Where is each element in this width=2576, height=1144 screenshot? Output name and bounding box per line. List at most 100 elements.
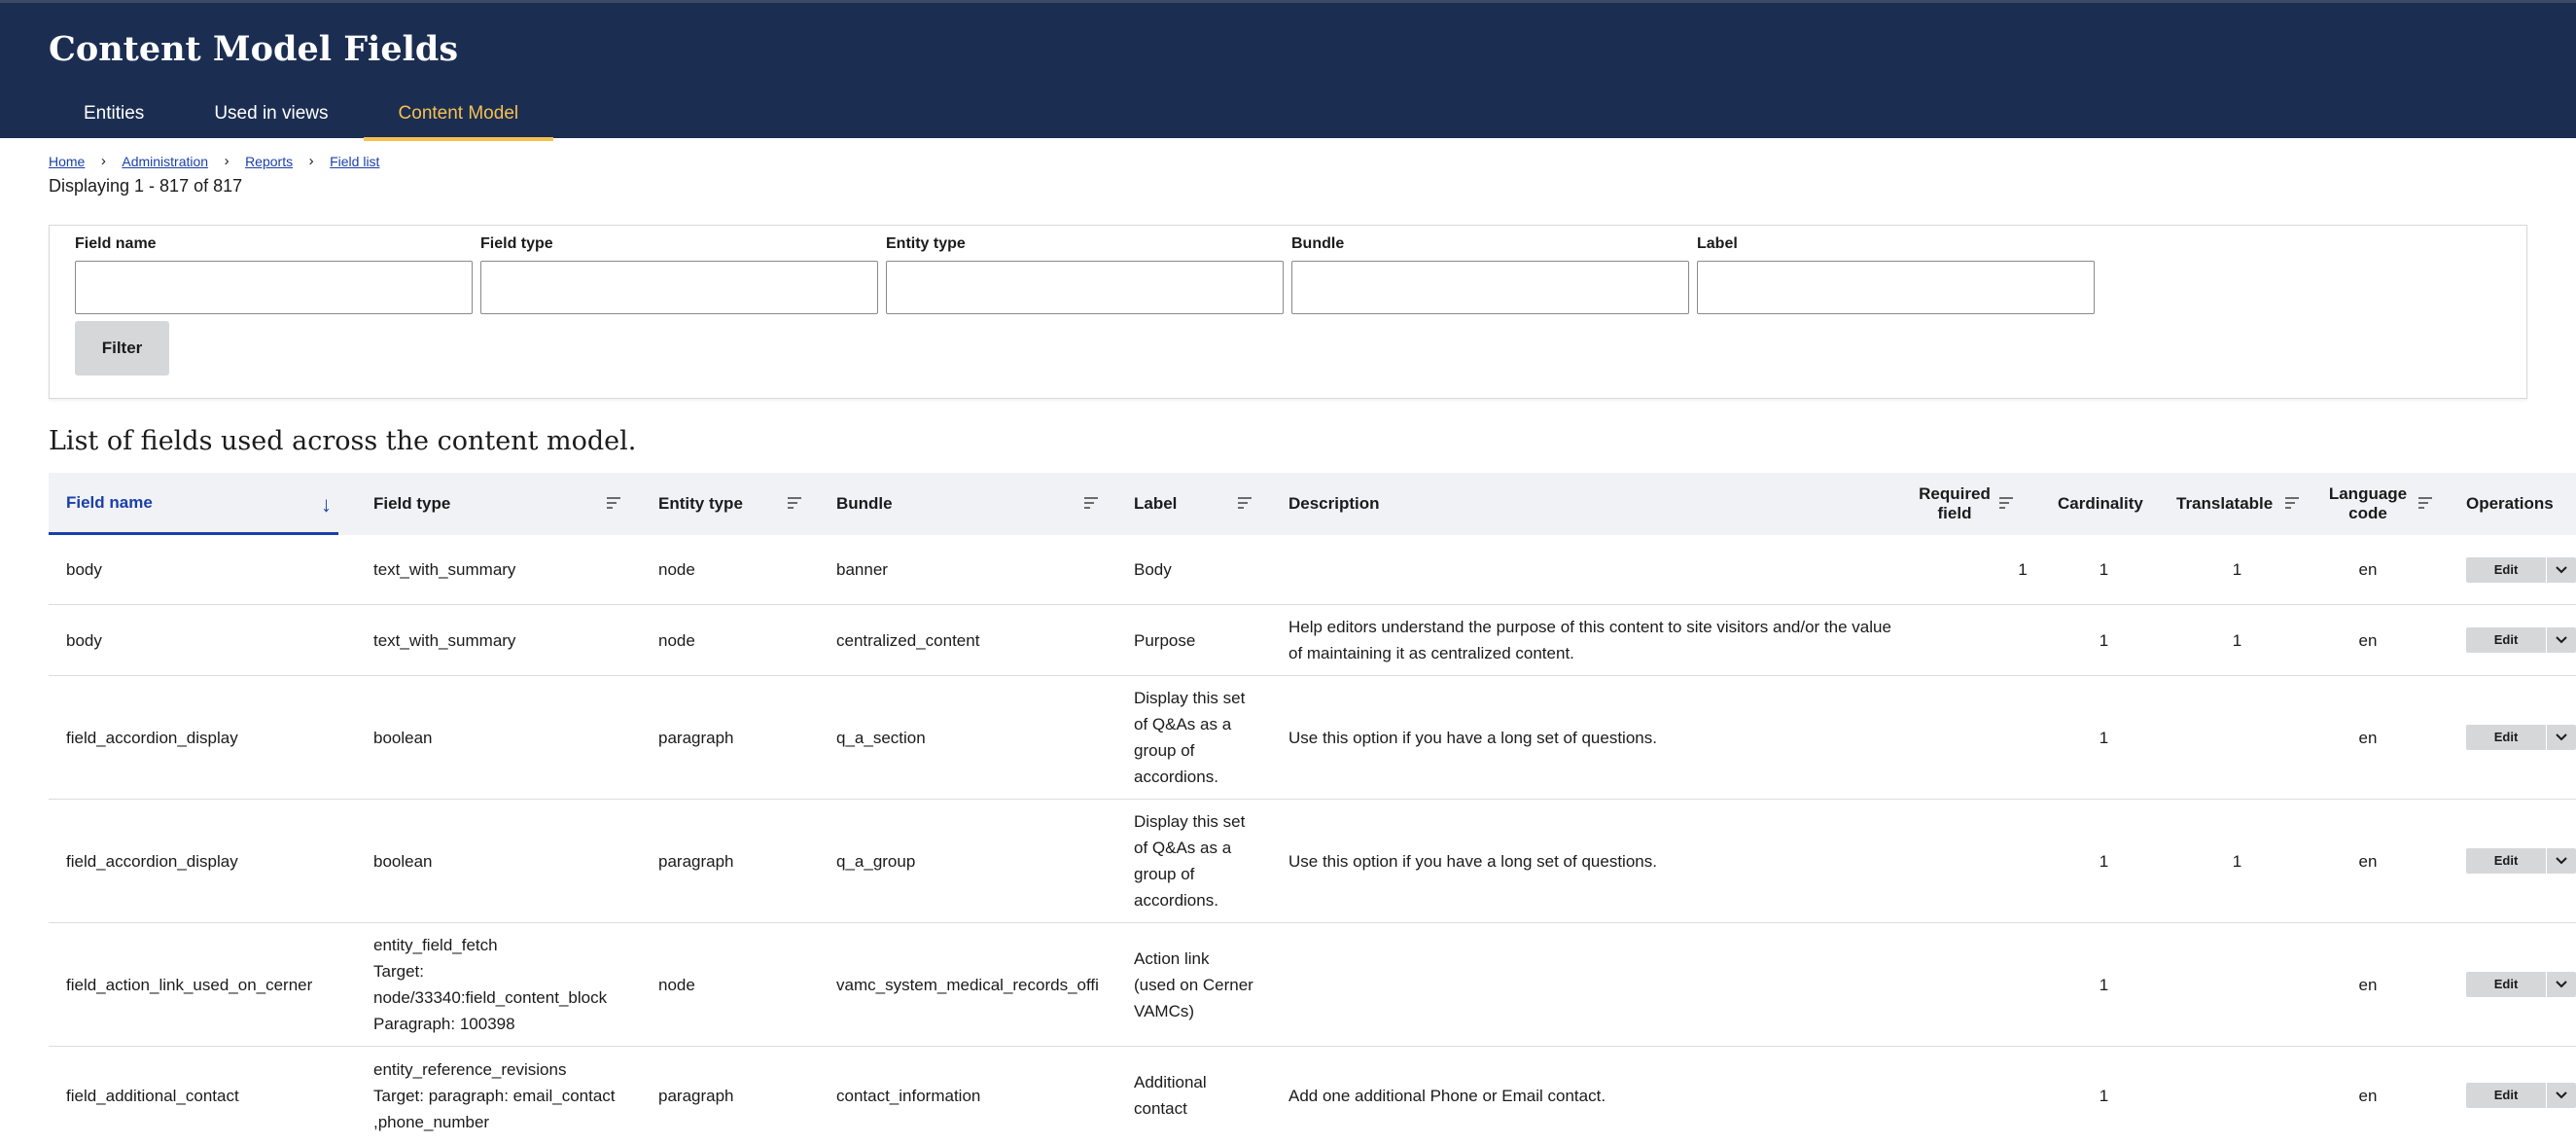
column-header-field-name[interactable]: Field name ↓ bbox=[49, 473, 338, 535]
column-header-label: Cardinality bbox=[2058, 494, 2143, 513]
bundle-input[interactable] bbox=[1291, 261, 1689, 314]
sort-icon bbox=[2418, 497, 2432, 509]
entity-type-input[interactable] bbox=[886, 261, 1284, 314]
column-header-translatable[interactable]: Translatable bbox=[2176, 473, 2303, 535]
cell-field-type: boolean bbox=[373, 728, 433, 747]
breadcrumb-reports[interactable]: Reports bbox=[245, 154, 293, 169]
column-header-operations: Operations bbox=[2466, 473, 2573, 535]
cell-required: 1 bbox=[2018, 560, 2028, 579]
tab-content-model[interactable]: Content Model bbox=[363, 96, 554, 141]
cell-language: en bbox=[2358, 560, 2378, 579]
tab-bar: Entities Used in views Content Model bbox=[49, 96, 554, 141]
cell-cardinality: 1 bbox=[2099, 851, 2109, 871]
operations-dropbutton: Edit bbox=[2466, 1083, 2576, 1108]
sort-icon bbox=[1084, 497, 1098, 509]
operations-toggle[interactable] bbox=[2547, 848, 2576, 874]
sort-icon bbox=[607, 497, 620, 509]
cell-description: Use this option if you have a long set o… bbox=[1288, 851, 1657, 871]
bundle-filter: Bundle bbox=[1291, 235, 1689, 314]
cell-translatable: 1 bbox=[2232, 630, 2242, 650]
cell-required bbox=[1974, 800, 2071, 922]
cell-language: en bbox=[2358, 728, 2378, 747]
breadcrumb-home[interactable]: Home bbox=[49, 154, 85, 169]
chevron-down-icon bbox=[2556, 566, 2567, 574]
cell-field-type: boolean bbox=[373, 851, 433, 871]
column-header-label: Entity type bbox=[658, 494, 743, 513]
column-header-label: Field name bbox=[66, 492, 153, 512]
field-type-input[interactable] bbox=[480, 261, 878, 314]
cell-entity-type: paragraph bbox=[658, 1086, 734, 1105]
chevron-down-icon bbox=[2556, 733, 2567, 741]
filter-button[interactable]: Filter bbox=[75, 321, 169, 375]
cell-required bbox=[1974, 605, 2071, 675]
breadcrumb: Home › Administration › Reports › Field … bbox=[49, 153, 379, 169]
column-header-label: Description bbox=[1288, 494, 1380, 513]
cell-entity-type: node bbox=[658, 975, 695, 994]
fields-table: Field name ↓ Field type Entity type Bund… bbox=[49, 473, 2576, 1144]
cell-field-name: field_additional_contact bbox=[66, 1086, 239, 1105]
edit-button[interactable]: Edit bbox=[2466, 848, 2546, 874]
operations-toggle[interactable] bbox=[2547, 627, 2576, 653]
edit-button[interactable]: Edit bbox=[2466, 557, 2546, 583]
column-header-label: Required field bbox=[1919, 484, 1991, 522]
filter-form: Field name Field type Entity type Bundle… bbox=[49, 225, 2527, 399]
cell-field-name: body bbox=[66, 630, 102, 650]
column-header-label[interactable]: Label bbox=[1134, 473, 1299, 535]
list-heading: List of fields used across the content m… bbox=[49, 426, 637, 456]
tab-entities[interactable]: Entities bbox=[49, 96, 179, 141]
cell-field-name: body bbox=[66, 560, 102, 579]
tab-used-in-views[interactable]: Used in views bbox=[179, 96, 363, 141]
edit-button[interactable]: Edit bbox=[2466, 627, 2546, 653]
table-row: field_accordion_display boolean paragrap… bbox=[49, 676, 2576, 800]
cell-required bbox=[1974, 1047, 2071, 1144]
breadcrumb-administration[interactable]: Administration bbox=[122, 154, 208, 169]
field-type-filter: Field type bbox=[480, 235, 878, 314]
operations-toggle[interactable] bbox=[2547, 725, 2576, 750]
cell-field-name: field_action_link_used_on_cerner bbox=[66, 975, 313, 994]
label-input[interactable] bbox=[1697, 261, 2095, 314]
cell-description bbox=[1288, 923, 1950, 1046]
cell-language: en bbox=[2358, 975, 2378, 994]
edit-button[interactable]: Edit bbox=[2466, 725, 2546, 750]
cell-description bbox=[1288, 535, 1950, 604]
column-header-label: Language code bbox=[2328, 484, 2408, 522]
breadcrumb-separator: › bbox=[224, 153, 229, 169]
cell-field-type: text_with_summary bbox=[373, 560, 516, 579]
cell-cardinality: 1 bbox=[2099, 560, 2109, 579]
cell-required bbox=[1974, 923, 2071, 1046]
column-header-label: Operations bbox=[2466, 494, 2554, 513]
cell-entity-type: node bbox=[658, 560, 695, 579]
breadcrumb-field-list[interactable]: Field list bbox=[330, 154, 379, 169]
column-header-entity-type[interactable]: Entity type bbox=[658, 473, 814, 535]
cell-description: Use this option if you have a long set o… bbox=[1288, 728, 1657, 747]
breadcrumb-separator: › bbox=[308, 153, 314, 169]
chevron-down-icon bbox=[2556, 1091, 2567, 1099]
column-header-language-code[interactable]: Language code bbox=[2324, 473, 2432, 535]
edit-button[interactable]: Edit bbox=[2466, 972, 2546, 997]
cell-label: Purpose bbox=[1134, 630, 1196, 650]
operations-toggle[interactable] bbox=[2547, 972, 2576, 997]
cell-required bbox=[1974, 676, 2071, 799]
cell-label: Additional contact bbox=[1134, 1073, 1207, 1118]
edit-button[interactable]: Edit bbox=[2466, 1083, 2546, 1108]
operations-toggle[interactable] bbox=[2547, 557, 2576, 583]
cell-bundle: q_a_section bbox=[836, 728, 926, 747]
table-row: body text_with_summary node centralized_… bbox=[49, 605, 2576, 676]
column-header-description: Description bbox=[1288, 473, 1580, 535]
column-header-required-field[interactable]: Required field bbox=[1916, 473, 2013, 535]
column-header-bundle[interactable]: Bundle bbox=[836, 473, 1099, 535]
field-name-input[interactable] bbox=[75, 261, 473, 314]
column-header-label: Translatable bbox=[2176, 494, 2274, 513]
cell-field-type: text_with_summary bbox=[373, 630, 516, 650]
field-name-filter-label: Field name bbox=[75, 235, 157, 252]
entity-type-filter: Entity type bbox=[886, 235, 1284, 314]
operations-toggle[interactable] bbox=[2547, 1083, 2576, 1108]
cell-cardinality: 1 bbox=[2099, 728, 2109, 747]
cell-cardinality: 1 bbox=[2099, 1086, 2109, 1105]
column-header-field-type[interactable]: Field type bbox=[373, 473, 626, 535]
column-header-cardinality: Cardinality bbox=[2058, 473, 2150, 535]
table-row: field_additional_contact entity_referenc… bbox=[49, 1047, 2576, 1144]
breadcrumb-separator: › bbox=[100, 153, 106, 169]
cell-translatable: 1 bbox=[2232, 851, 2242, 871]
cell-bundle: centralized_content bbox=[836, 630, 980, 650]
